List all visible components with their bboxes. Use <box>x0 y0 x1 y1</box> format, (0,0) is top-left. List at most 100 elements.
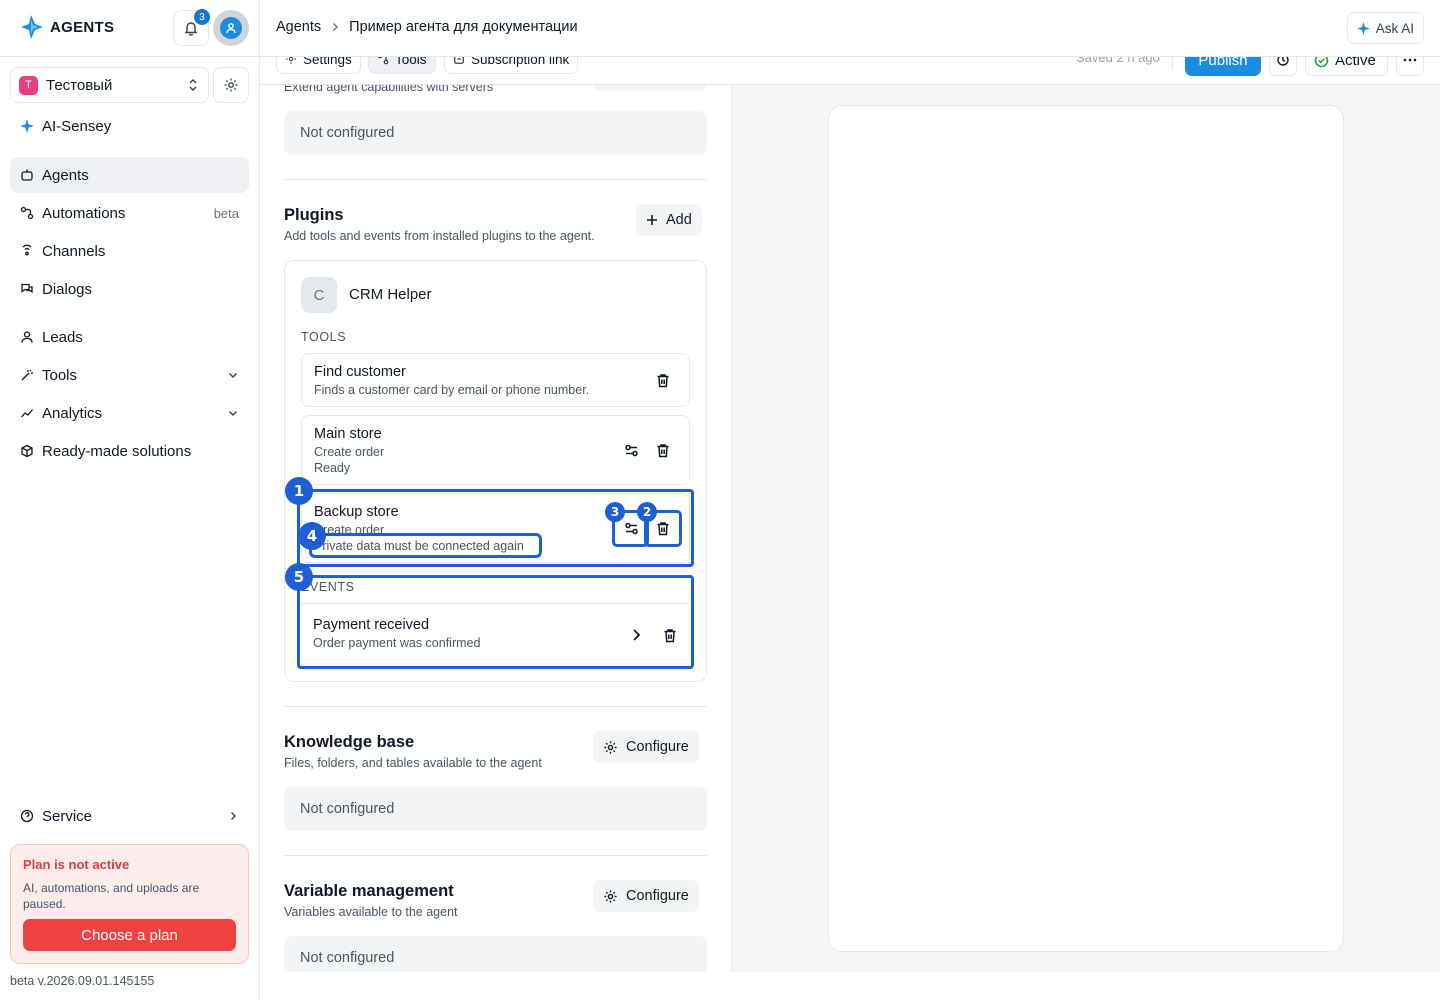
sidebar-item-tools[interactable]: Tools <box>10 357 249 393</box>
logo[interactable]: AGENTS <box>18 14 114 40</box>
avatar[interactable] <box>213 10 249 46</box>
more-menu-button[interactable] <box>1396 57 1424 76</box>
sidebar-item-ai-sensey[interactable]: AI-Sensey <box>10 108 249 144</box>
beta-badge: beta <box>213 205 239 221</box>
delete-tool-button[interactable] <box>652 369 674 391</box>
sidebar-item-ready-made-solutions[interactable]: Ready-made solutions <box>10 433 249 469</box>
history-button[interactable] <box>1269 57 1297 76</box>
servers-configure-button[interactable] <box>593 85 707 91</box>
history-icon <box>1276 57 1290 67</box>
toolbar-divider <box>1172 57 1173 70</box>
status-toggle[interactable]: Active <box>1305 57 1388 76</box>
plugins-desc: Add tools and events from installed plug… <box>284 229 595 243</box>
sliders-icon <box>624 444 639 457</box>
delete-tool-button[interactable] <box>652 439 674 461</box>
sidebar-item-label: Channels <box>42 242 106 260</box>
tool-row-find-customer[interactable]: Find customer Finds a customer card by e… <box>301 353 690 407</box>
section-divider <box>284 706 707 707</box>
tools-caption: TOOLS <box>301 330 347 344</box>
tab-tools[interactable]: Tools <box>368 57 436 74</box>
sidebar-item-label: AI-Sensey <box>42 117 112 135</box>
servers-empty-state: Not configured <box>284 111 707 155</box>
sidebar-item-label: Ready-made solutions <box>42 442 192 460</box>
workspace-settings-button[interactable] <box>213 67 249 103</box>
sidebar-item-leads[interactable]: Leads <box>10 319 249 355</box>
annotation-marker: 1 <box>285 477 313 505</box>
chevron-up-down-icon <box>188 78 198 92</box>
publish-button[interactable]: Publish <box>1185 57 1261 76</box>
workspace-badge: T <box>19 75 38 95</box>
robot-icon <box>20 168 34 182</box>
knowledge-empty-state: Not configured <box>284 787 707 831</box>
sidebar-item-agents[interactable]: Agents <box>10 157 249 193</box>
breadcrumb-current: Пример агента для документации <box>349 19 578 35</box>
ask-ai-button[interactable]: Ask AI <box>1346 12 1424 44</box>
sidebar-item-channels[interactable]: Channels <box>10 233 249 269</box>
workspace-select[interactable]: T Тестовый <box>10 67 209 103</box>
user-icon <box>20 330 34 344</box>
workflow-icon <box>20 206 34 220</box>
sliders-icon <box>624 522 639 535</box>
section-divider <box>284 179 707 180</box>
tab-settings[interactable]: Settings <box>276 57 361 74</box>
tool-warning: Private data must be connected again <box>314 539 524 553</box>
tool-row-main-store[interactable]: Main store Create order Ready <box>301 415 690 485</box>
plugin-name: CRM Helper <box>349 286 432 303</box>
event-desc: Order payment was confirmed <box>313 636 481 650</box>
breadcrumb-root[interactable]: Agents <box>276 19 321 35</box>
chevron-right-icon <box>329 21 341 33</box>
tool-settings-button[interactable] <box>620 517 642 539</box>
delete-tool-button[interactable] <box>652 517 674 539</box>
sidebar-top: AGENTS 3 <box>0 0 259 57</box>
workspace-name: Тестовый <box>46 76 113 94</box>
sidebar-item-analytics[interactable]: Analytics <box>10 395 249 431</box>
tool-name: Find customer <box>314 364 406 380</box>
chat-icon <box>20 282 34 296</box>
ask-ai-label: Ask AI <box>1375 20 1414 36</box>
agent-tools-panel: Extend agent capabilities with servers N… <box>260 85 732 972</box>
tool-name: Main store <box>314 426 382 442</box>
section-divider <box>284 855 707 856</box>
gear-icon <box>603 889 618 904</box>
tab-label: Subscription link <box>471 57 570 67</box>
notifications-badge: 3 <box>194 9 210 25</box>
tool-row-backup-store[interactable]: Backup store Create order Private data m… <box>301 493 690 563</box>
trash-icon <box>656 521 670 536</box>
help-circle-icon <box>20 809 34 823</box>
tab-subscription-link[interactable]: Subscription link <box>444 57 579 74</box>
sidebar-item-automations[interactable]: Automations beta <box>10 195 249 231</box>
top-header: Agents Пример агента для документации As… <box>260 0 1440 57</box>
add-plugin-button[interactable]: Add <box>636 204 702 236</box>
tool-settings-button[interactable] <box>620 439 642 461</box>
tool-status: Ready <box>314 461 351 475</box>
channels-icon <box>20 244 34 258</box>
check-circle-icon <box>1314 57 1329 68</box>
variables-desc: Variables available to the agent <box>284 905 458 919</box>
logo-icon <box>18 14 44 40</box>
sidebar-item-dialogs[interactable]: Dialogs <box>10 271 249 307</box>
plugin-avatar: C <box>301 277 337 313</box>
variables-configure-button[interactable]: Configure <box>593 880 699 912</box>
plan-inactive-alert: Plan is not active AI, automations, and … <box>10 844 249 964</box>
trash-icon <box>663 628 677 643</box>
annotation-marker: 3 <box>605 502 625 522</box>
agent-toolbar: Settings Tools Subscription link Saved 2… <box>260 57 1440 85</box>
sidebar-item-label: Service <box>42 807 93 825</box>
annotation-marker: 2 <box>637 502 657 522</box>
sidebar-item-service[interactable]: Service <box>10 798 249 834</box>
knowledge-configure-button[interactable]: Configure <box>593 731 699 763</box>
chevron-right-icon[interactable] <box>625 624 647 646</box>
chat-preview-card <box>828 105 1344 952</box>
trash-icon <box>656 373 670 388</box>
workflow-icon <box>377 57 389 65</box>
event-row-payment-received[interactable]: Payment received Order payment was confi… <box>301 603 690 665</box>
trash-icon <box>656 443 670 458</box>
tool-name: Backup store <box>314 504 399 520</box>
sidebar: AGENTS 3 T Тестовый AI-Sensey Agents Aut… <box>0 0 260 1000</box>
gear-icon <box>603 740 618 755</box>
delete-event-button[interactable] <box>659 624 681 646</box>
configure-label: Configure <box>626 739 689 755</box>
magic-wand-icon <box>20 368 34 382</box>
choose-plan-button[interactable]: Choose a plan <box>23 919 236 951</box>
sidebar-item-label: Dialogs <box>42 280 93 298</box>
